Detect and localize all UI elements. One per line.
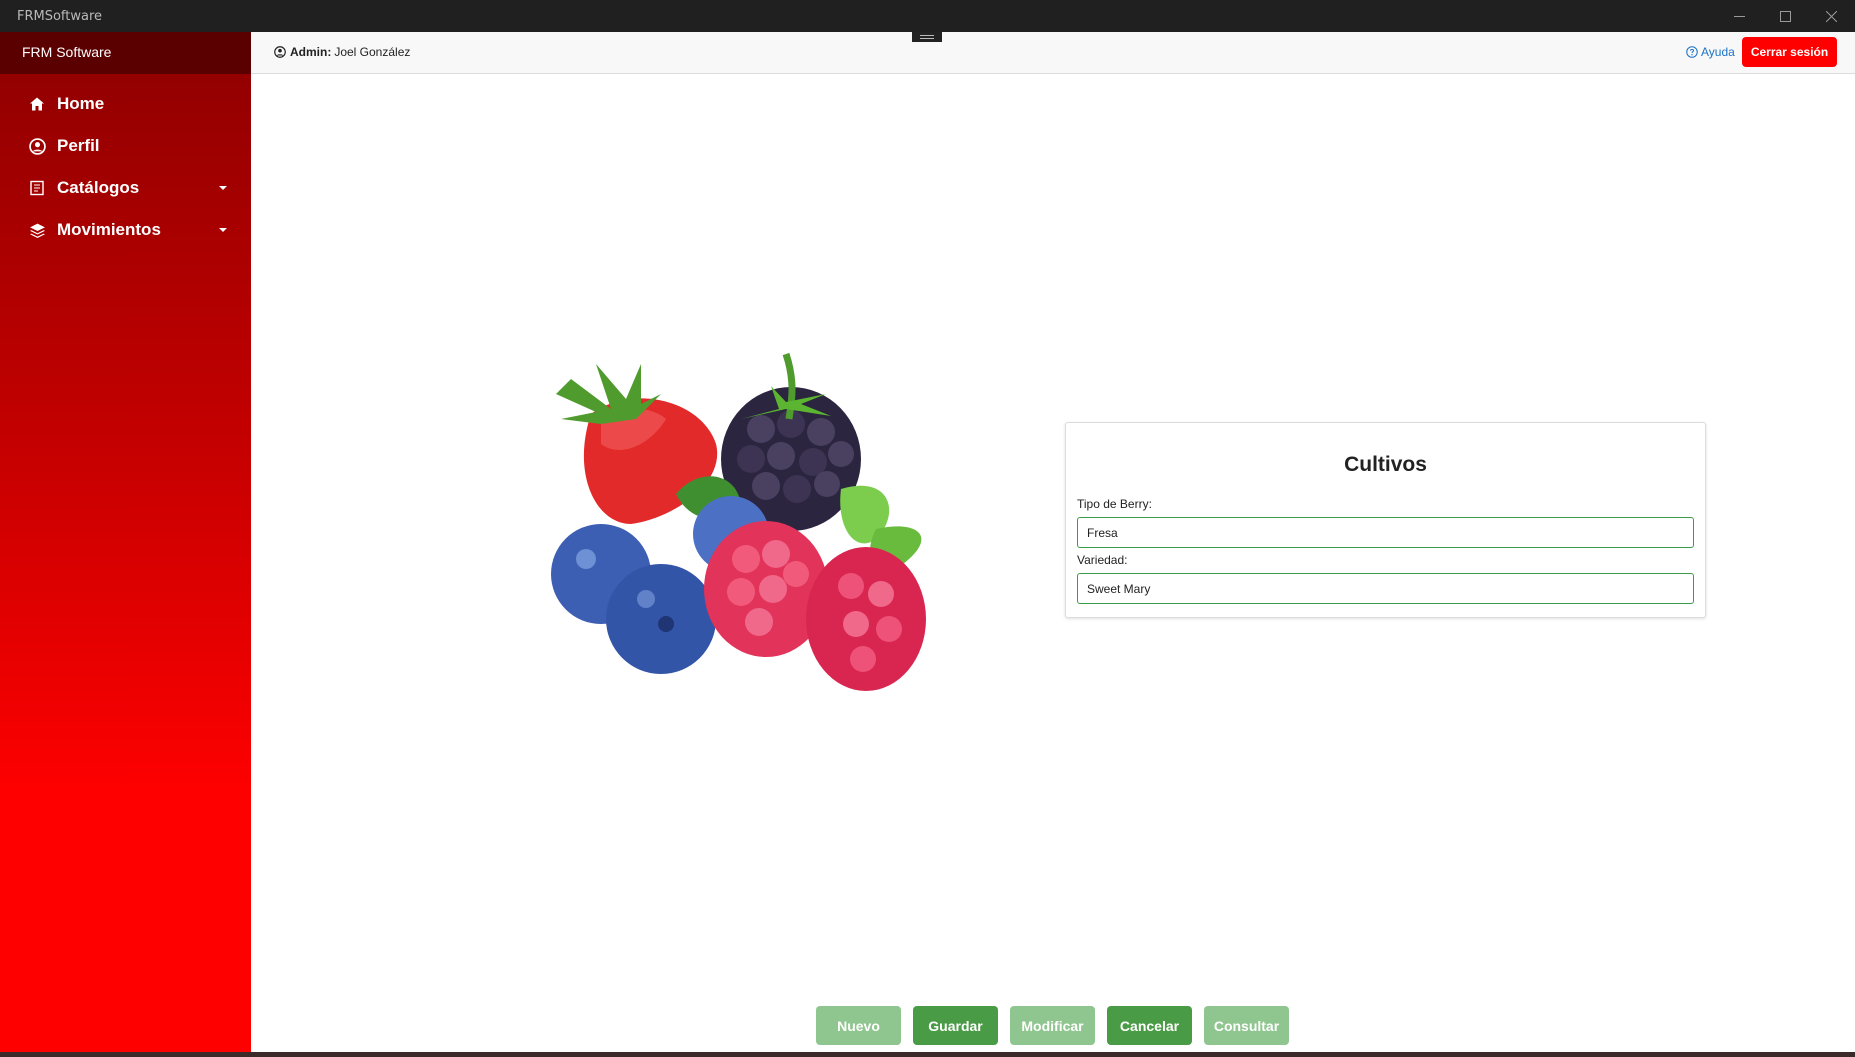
close-icon bbox=[1825, 10, 1837, 22]
sidebar-item-label: Catálogos bbox=[57, 178, 140, 197]
chevron-down-icon bbox=[219, 228, 227, 232]
question-circle-icon bbox=[1686, 46, 1698, 58]
modify-button[interactable]: Modificar bbox=[1010, 1006, 1095, 1045]
window-titlebar: FRMSoftware bbox=[0, 0, 1855, 32]
sidebar-item-catalogos[interactable]: Catálogos bbox=[0, 168, 251, 208]
sidebar-item-home[interactable]: Home bbox=[0, 84, 251, 124]
sidebar-brand: FRM Software bbox=[0, 32, 251, 74]
berry-type-field[interactable] bbox=[1077, 517, 1694, 548]
save-button[interactable]: Guardar bbox=[913, 1006, 998, 1045]
minimize-icon bbox=[1733, 15, 1745, 17]
user-role: Admin: bbox=[290, 45, 332, 59]
sidebar: FRM Software Home Perfil Catálogos Movim… bbox=[0, 32, 251, 1052]
minimize-button[interactable] bbox=[1716, 0, 1762, 32]
logout-button[interactable]: Cerrar sesión bbox=[1742, 37, 1837, 67]
maximize-button[interactable] bbox=[1762, 0, 1808, 32]
cancel-button[interactable]: Cancelar bbox=[1107, 1006, 1192, 1045]
form-title: Cultivos bbox=[1344, 453, 1427, 476]
home-icon bbox=[27, 94, 47, 114]
user-circle-icon bbox=[274, 46, 286, 58]
sidebar-item-movimientos[interactable]: Movimientos bbox=[0, 210, 251, 250]
chevron-down-icon bbox=[219, 186, 227, 190]
berries-illustration bbox=[551, 352, 926, 691]
window-bottom-border bbox=[0, 1052, 1855, 1057]
variety-label: Variedad: bbox=[1077, 553, 1128, 567]
sidebar-item-label: Perfil bbox=[57, 136, 100, 155]
drag-handle[interactable] bbox=[912, 32, 942, 42]
close-button[interactable] bbox=[1808, 0, 1854, 32]
variety-field[interactable] bbox=[1077, 573, 1694, 604]
top-bar: Admin: Joel González Ayuda Cerrar sesión bbox=[251, 32, 1855, 74]
layers-icon bbox=[27, 220, 47, 240]
help-link[interactable]: Ayuda bbox=[1686, 45, 1735, 59]
maximize-icon bbox=[1779, 10, 1791, 22]
query-button[interactable]: Consultar bbox=[1204, 1006, 1289, 1045]
current-user: Admin: Joel González bbox=[274, 45, 410, 59]
sidebar-item-label: Home bbox=[57, 94, 105, 113]
catalog-icon bbox=[27, 178, 47, 198]
help-label: Ayuda bbox=[1701, 45, 1735, 59]
sidebar-item-perfil[interactable]: Perfil bbox=[0, 126, 251, 166]
sidebar-item-label: Movimientos bbox=[57, 220, 161, 239]
berry-type-label: Tipo de Berry: bbox=[1077, 497, 1152, 511]
window-title: FRMSoftware bbox=[17, 9, 103, 24]
new-button[interactable]: Nuevo bbox=[816, 1006, 901, 1045]
user-name: Joel González bbox=[334, 45, 411, 59]
main-content: Cultivos Tipo de Berry: Variedad: Nuevo … bbox=[251, 74, 1855, 1052]
cultivos-form-card: Cultivos Tipo de Berry: Variedad: bbox=[1065, 422, 1706, 618]
user-circle-icon bbox=[27, 136, 47, 156]
